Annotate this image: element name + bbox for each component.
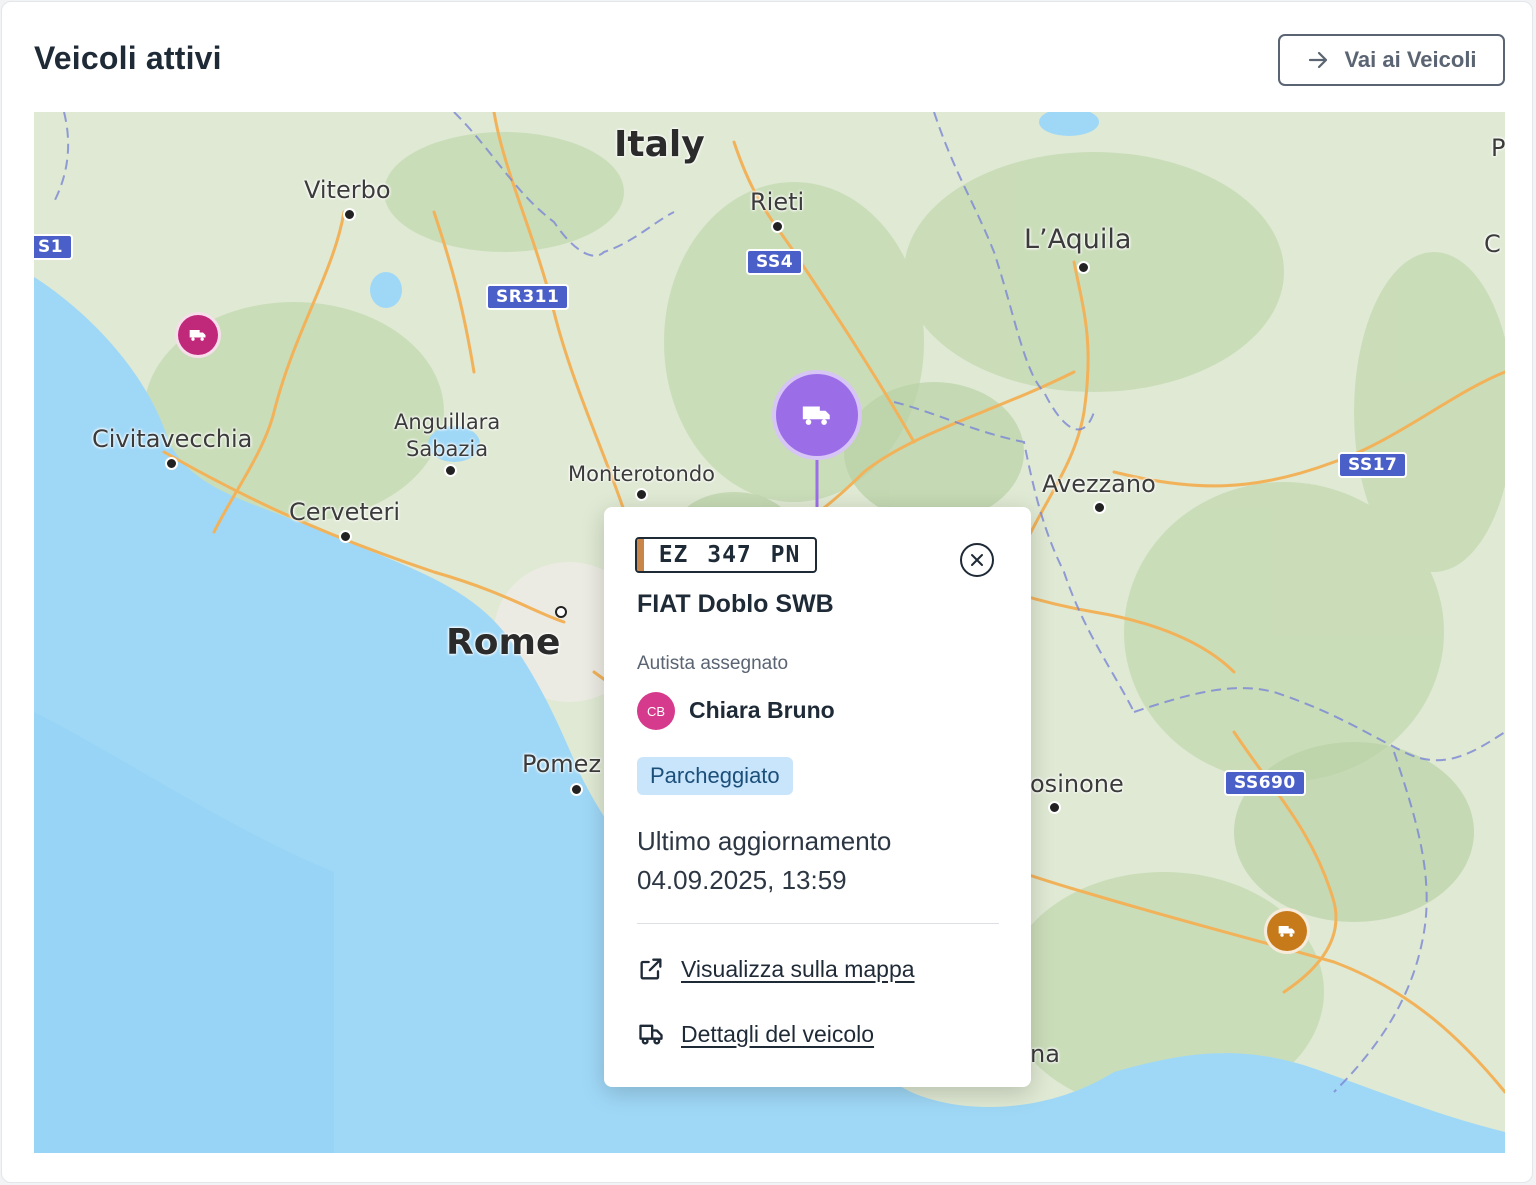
road-shield-ss690: SS690 xyxy=(1224,770,1306,796)
map-label-frosinone: osinone xyxy=(1030,770,1124,798)
road-shield-s1: S1 xyxy=(34,234,74,260)
vehicle-marker-orange[interactable] xyxy=(1264,908,1310,954)
map-label-avezzano: Avezzano xyxy=(1042,470,1156,498)
map-label-terracina: na xyxy=(1030,1040,1060,1068)
go-to-vehicles-label: Vai ai Veicoli xyxy=(1344,47,1477,72)
vehicle-info-popup: EZ 347 PN FIAT Doblo SWB Autista assegna… xyxy=(604,507,1031,1087)
road-shield-ss17: SS17 xyxy=(1338,452,1408,478)
vehicle-name: FIAT Doblo SWB xyxy=(637,590,834,618)
map-city-dot xyxy=(165,457,178,470)
plate-strip xyxy=(637,539,644,571)
map-label-monterotondo: Monterotondo xyxy=(568,462,716,486)
map-label-laquila: L’Aquila xyxy=(1024,224,1132,255)
map-label-edge-p: P xyxy=(1491,134,1505,162)
close-popup-button[interactable] xyxy=(960,543,994,577)
driver-name: Chiara Bruno xyxy=(689,697,835,723)
popup-divider xyxy=(637,923,999,924)
map-label-rieti: Rieti xyxy=(750,188,805,216)
active-vehicles-card: Veicoli attivi Vai ai Veicoli Italy Vite… xyxy=(1,1,1533,1183)
go-to-vehicles-button[interactable]: Vai ai Veicoli xyxy=(1278,34,1505,86)
map-city-dot xyxy=(1048,801,1061,814)
external-link-icon xyxy=(640,958,662,980)
page-title: Veicoli attivi xyxy=(34,40,222,76)
last-update-label: Ultimo aggiornamento xyxy=(637,826,892,856)
map-label-viterbo: Viterbo xyxy=(304,176,391,204)
map-label-rome: Rome xyxy=(446,622,561,663)
vehicle-marker-selected[interactable] xyxy=(772,370,862,460)
map-label-italy: Italy xyxy=(614,124,705,165)
map-capital-marker xyxy=(555,606,567,618)
map-label-edge-c: C xyxy=(1484,230,1501,258)
map-label-cerveteri: Cerveteri xyxy=(289,498,401,526)
map-city-dot xyxy=(1093,501,1106,514)
driver-label: Autista assegnato xyxy=(637,653,789,674)
map-city-dot xyxy=(343,208,356,221)
vehicle-details-link[interactable]: Dettagli del veicolo xyxy=(637,1020,874,1048)
truck-icon xyxy=(802,406,830,425)
truck-outline-icon xyxy=(639,1024,663,1045)
map-label-pomezia: Pomez xyxy=(522,750,602,778)
license-plate-text: EZ 347 PN xyxy=(658,542,801,568)
status-badge: Parcheggiato xyxy=(637,757,793,795)
map-label-sabazia: Sabazia xyxy=(406,437,489,461)
vehicle-details-label: Dettagli del veicolo xyxy=(681,1020,875,1047)
view-on-map-link[interactable]: Visualizza sulla mappa xyxy=(637,955,915,983)
map-label-civitavecchia: Civitavecchia xyxy=(92,425,253,453)
close-icon xyxy=(971,554,983,566)
map-city-dot xyxy=(771,220,784,233)
map-city-dot xyxy=(444,464,457,477)
view-on-map-label: Visualizza sulla mappa xyxy=(681,955,915,982)
map-city-dot xyxy=(1077,261,1090,274)
map-label-anguillara: Anguillara xyxy=(394,410,501,434)
map-city-dot xyxy=(635,488,648,501)
vehicle-marker-magenta[interactable] xyxy=(175,312,221,358)
map-city-dot xyxy=(339,530,352,543)
road-shield-sr311: SR311 xyxy=(486,284,570,310)
map-city-dot xyxy=(570,783,583,796)
driver-avatar: CB xyxy=(637,692,675,730)
truck-icon xyxy=(1278,926,1295,937)
road-shield-ss4: SS4 xyxy=(746,249,804,275)
truck-icon xyxy=(189,330,206,341)
license-plate: EZ 347 PN xyxy=(635,537,817,573)
arrow-right-icon xyxy=(1309,51,1328,69)
last-update-value: 04.09.2025, 13:59 xyxy=(637,865,847,895)
